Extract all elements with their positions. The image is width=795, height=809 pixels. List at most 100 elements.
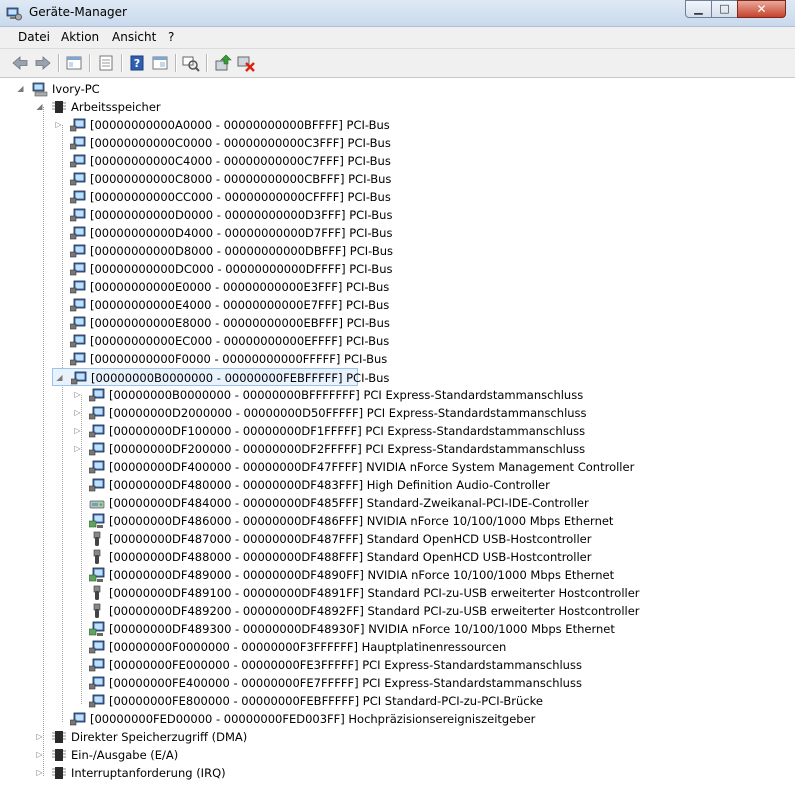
tree-line <box>43 107 44 776</box>
forward-arrow-icon[interactable] <box>33 53 53 73</box>
tree-node-label: [00000000000EC000 - 00000000000EFFFF] PC… <box>90 334 390 348</box>
monitor-device-icon <box>70 154 86 168</box>
tree-node-label: [00000000000D0000 - 00000000000D3FFF] PC… <box>90 208 393 222</box>
monitor-device-icon <box>70 244 86 258</box>
tree-node-label: Arbeitsspeicher <box>71 100 161 114</box>
close-icon: ✕ <box>756 2 767 16</box>
tree-node-label: [00000000000D4000 - 00000000000D7FFF] PC… <box>90 226 393 240</box>
monitor-device-icon <box>70 280 86 294</box>
monitor-device-icon <box>71 371 87 385</box>
tree-node-label: [00000000DF489000 - 00000000DF4890FF] NV… <box>109 568 615 582</box>
tree-node-resource[interactable]: ◢ [00000000B0000000 - 00000000FEBFFFFF] P… <box>52 368 389 387</box>
monitor-device-icon <box>70 208 86 222</box>
expander-collapsed-icon[interactable]: ▷ <box>73 386 82 404</box>
menu-bar: Datei Aktion Ansicht ? <box>0 27 795 49</box>
expander-collapsed-icon[interactable]: ▷ <box>73 404 82 422</box>
tree-node-computer[interactable]: ◢ Ivory-PC <box>14 80 134 98</box>
expander-collapsed-icon[interactable]: ▷ <box>35 728 44 746</box>
tree-node-label: [00000000000E8000 - 00000000000EBFFF] PC… <box>90 316 390 330</box>
expander-expanded-icon[interactable]: ◢ <box>16 80 25 98</box>
monitor-device-icon <box>70 298 86 312</box>
minimize-icon: ▁ <box>694 2 703 15</box>
monitor-device-icon <box>89 424 105 438</box>
monitor-device-icon <box>70 316 86 330</box>
view-icon[interactable] <box>150 53 170 73</box>
monitor-device-icon <box>70 118 86 132</box>
expander-collapsed-icon[interactable]: ▷ <box>35 746 44 764</box>
tree-node-label: [00000000000C8000 - 00000000000CBFFF] PC… <box>90 172 392 186</box>
tree-node-category-memory[interactable]: ◢ Arbeitsspeicher <box>33 98 173 116</box>
monitor-device-icon <box>89 460 105 474</box>
tree-node-label: Ein-/Ausgabe (E/A) <box>71 748 179 762</box>
maximize-button[interactable]: □ <box>711 0 738 18</box>
tree-node-label: [00000000000CC000 - 00000000000CFFFF] PC… <box>90 190 391 204</box>
monitor-device-icon <box>70 136 86 150</box>
tree-node-label: [00000000D2000000 - 00000000D50FFFFF] PC… <box>109 406 587 420</box>
properties-icon[interactable] <box>96 53 116 73</box>
usb-icon <box>93 603 101 618</box>
tree-node-resource[interactable]: [00000000FED00000 - 00000000FED003FF] Ho… <box>52 710 535 728</box>
menu-ansicht[interactable]: Ansicht <box>112 30 156 44</box>
tree-node-label: [00000000000E4000 - 00000000000E7FFF] PC… <box>90 298 390 312</box>
network-adapter-icon <box>89 621 105 636</box>
monitor-device-icon <box>89 388 105 402</box>
monitor-device-icon <box>89 694 105 708</box>
minimize-button[interactable]: ▁ <box>685 0 712 18</box>
memory-chip-icon <box>52 767 66 779</box>
tree-node-label: [00000000FE000000 - 00000000FE3FFFFF] PC… <box>109 658 582 672</box>
tree-node-label: Interruptanforderung (IRQ) <box>71 766 226 780</box>
tree-node-label: [00000000000D8000 - 00000000000DBFFF] PC… <box>90 244 394 258</box>
toolbar: ? <box>0 49 795 78</box>
tree-node-category-io[interactable]: ▷ Ein-/Ausgabe (E/A) <box>33 746 253 764</box>
menu-help[interactable]: ? <box>168 30 174 44</box>
expander-collapsed-icon[interactable]: ▷ <box>35 764 44 782</box>
tree-node-label: [00000000DF489200 - 00000000DF4892FF] St… <box>109 604 640 618</box>
tree-node-label: [00000000DF480000 - 00000000DF483FFF] Hi… <box>109 478 550 492</box>
menu-datei[interactable]: Datei <box>18 30 50 44</box>
uninstall-icon[interactable] <box>236 53 256 73</box>
expander-collapsed-icon[interactable]: ▷ <box>73 422 82 440</box>
ide-controller-icon <box>89 500 105 509</box>
usb-icon <box>93 585 101 600</box>
window-title: Geräte-Manager <box>29 5 127 19</box>
tree-node-label: [00000000FE800000 - 00000000FEBFFFFF] PC… <box>109 694 543 708</box>
tree-node-label: [00000000DF489100 - 00000000DF4891FF] St… <box>109 586 640 600</box>
monitor-device-icon <box>70 190 86 204</box>
tree-node-label: [00000000000DC000 - 00000000000DFFFF] PC… <box>90 262 393 276</box>
monitor-device-icon <box>70 352 86 366</box>
monitor-device-icon <box>70 226 86 240</box>
close-button[interactable]: ✕ <box>737 0 786 18</box>
tree-node-label: [00000000B0000000 - 00000000BFFFFFFF] PC… <box>109 388 584 402</box>
device-manager-icon <box>6 7 22 21</box>
title-bar: Geräte-Manager ▁ □ ✕ <box>0 0 795 27</box>
tree-node-label: [00000000DF484000 - 00000000DF485FFF] St… <box>109 496 589 510</box>
expander-collapsed-icon[interactable]: ▷ <box>54 116 63 134</box>
monitor-device-icon <box>70 712 86 726</box>
scan-hardware-icon[interactable] <box>181 53 201 73</box>
maximize-icon: □ <box>719 2 730 15</box>
memory-chip-icon <box>52 101 66 113</box>
help-icon[interactable]: ? <box>127 53 147 73</box>
svg-text:?: ? <box>134 57 140 70</box>
monitor-device-icon <box>70 334 86 348</box>
tree-node-label: Direkter Speicherzugriff (DMA) <box>71 730 248 744</box>
tree-node-label: [00000000000C4000 - 00000000000C7FFF] PC… <box>90 154 391 168</box>
update-driver-icon[interactable] <box>213 53 233 73</box>
tree-node-label: [00000000DF489300 - 00000000DF48930F] NV… <box>109 622 615 636</box>
tree-node-label: [00000000DF400000 - 00000000DF47FFFF] NV… <box>109 460 635 474</box>
tree-node-category-irq[interactable]: ▷ Interruptanforderung (IRQ) <box>33 764 253 782</box>
tree-node-label: [00000000DF100000 - 00000000DF1FFFFF] PC… <box>109 424 586 438</box>
network-adapter-icon <box>89 567 105 582</box>
expander-collapsed-icon[interactable]: ▷ <box>73 440 82 458</box>
tree-node-label: Ivory-PC <box>52 82 100 96</box>
monitor-device-icon <box>70 262 86 276</box>
back-arrow-icon[interactable] <box>10 53 30 73</box>
show-hide-tree-icon[interactable] <box>64 53 84 73</box>
menu-aktion[interactable]: Aktion <box>61 30 99 44</box>
tree-node-label: [00000000000A0000 - 00000000000BFFFF] PC… <box>90 118 390 132</box>
tree-node-label: [00000000B0000000 - 00000000FEBFFFFF] PC… <box>91 371 390 385</box>
expander-expanded-icon[interactable]: ◢ <box>35 98 44 116</box>
tree-node-category-dma[interactable]: ▷ Direkter Speicherzugriff (DMA) <box>33 728 253 746</box>
expander-expanded-icon[interactable]: ◢ <box>55 369 64 387</box>
computer-icon <box>32 82 48 97</box>
